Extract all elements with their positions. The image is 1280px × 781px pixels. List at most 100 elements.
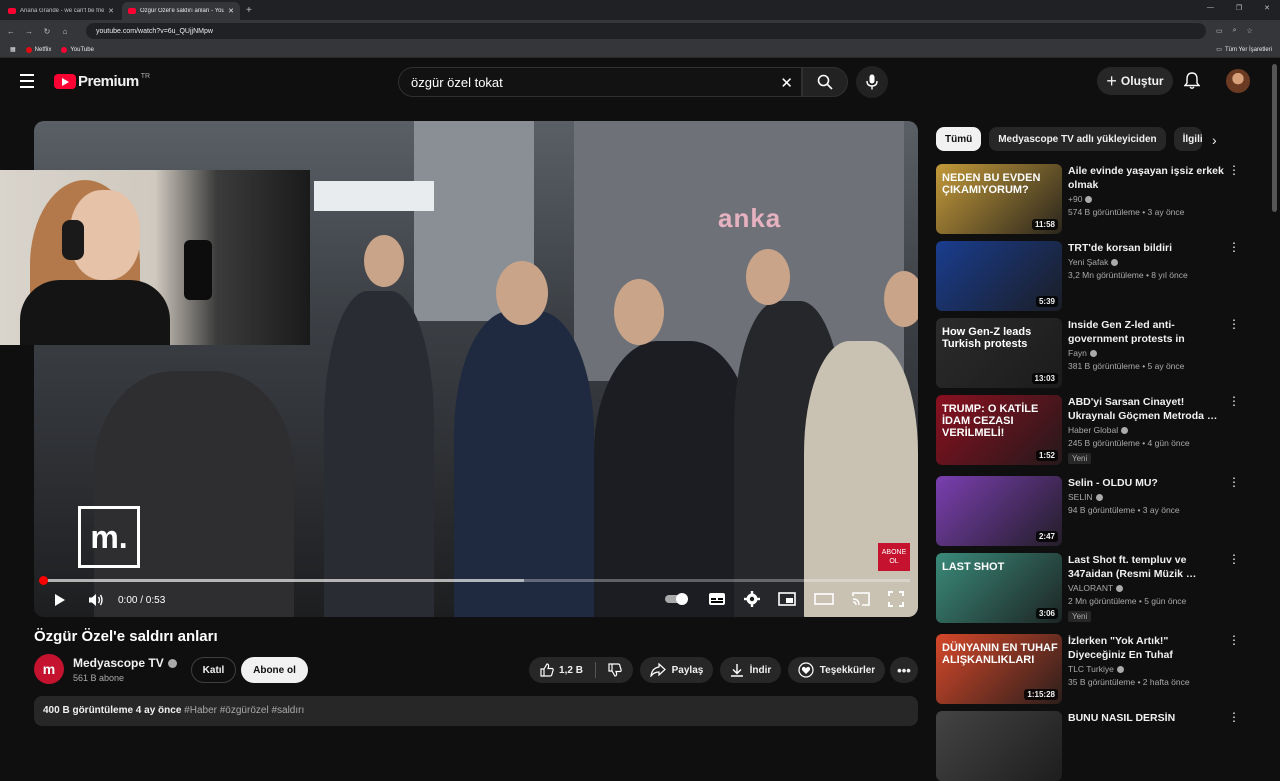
recommendation-item[interactable]: BUNU NASIL DERSİN ⋮ [936,711,1246,781]
recommendation-title[interactable]: Last Shot ft. templuv ve 347aidan (Resmi… [1068,553,1226,581]
subtitles-icon[interactable] [708,592,726,606]
recommendation-item[interactable]: TRUMP: O KATİLE İDAM CEZASI VERİLMELİ! 1:… [936,395,1246,465]
recommendation-channel[interactable]: +90 [1068,194,1226,204]
recommendation-title[interactable]: TRT'de korsan bildiri [1068,241,1226,255]
recommendation-title[interactable]: BUNU NASIL DERSİN [1068,711,1226,725]
recommendation-channel[interactable]: SELIN [1068,492,1226,502]
clear-search-icon[interactable]: ✕ [780,74,793,92]
streamer-body [20,280,170,345]
recommendation-thumbnail[interactable]: TRUMP: O KATİLE İDAM CEZASI VERİLMELİ! 1:… [936,395,1062,465]
close-tab-icon[interactable]: ✕ [228,7,234,15]
recommendation-title[interactable]: Selin - OLDU MU? [1068,476,1226,490]
thanks-button[interactable]: Teşekkürler [788,657,885,683]
search-button[interactable] [802,67,848,97]
more-options-icon[interactable]: ⋮ [1228,634,1240,646]
play-icon[interactable] [54,593,66,607]
browser-tab-2[interactable]: Özgür Özel'e saldırı anları - You ✕ [122,2,240,20]
autoplay-toggle-icon[interactable] [664,592,690,606]
download-button[interactable]: İndir [720,657,781,683]
recommendation-thumbnail[interactable]: 5:39 [936,241,1062,311]
menu-icon[interactable] [20,74,34,92]
recommendation-item[interactable]: LAST SHOT 3:06 Last Shot ft. templuv ve 34… [936,553,1246,623]
more-options-icon[interactable]: ⋮ [1228,164,1240,176]
recommendation-channel[interactable]: Yeni Şafak [1068,257,1226,267]
home-icon[interactable]: ⌂ [58,27,72,36]
voice-search-button[interactable] [856,66,888,98]
more-options-icon[interactable]: ⋮ [1228,395,1240,407]
recommendation-channel[interactable]: TLC Turkiye [1068,664,1226,674]
recommendation-thumbnail[interactable]: LAST SHOT 3:06 [936,553,1062,623]
youtube-logo[interactable]: Premium TR [54,73,150,90]
channel-avatar[interactable]: m [34,654,64,684]
back-icon[interactable]: ← [4,27,18,36]
cast-icon[interactable] [852,592,870,606]
recommendation-thumbnail[interactable]: How Gen-Z leads Turkish protests 13:03 [936,318,1062,388]
chip-all[interactable]: Tümü [936,127,982,151]
more-options-icon[interactable]: ⋮ [1228,318,1240,330]
recommendation-title[interactable]: İzlerken "Yok Artık!" Diyeceğiniz En Tuh… [1068,634,1226,662]
recommendation-item[interactable]: 5:39 TRT'de korsan bildiri Yeni Şafak 3,2 M… [936,241,1246,311]
bookmark-star-icon[interactable]: ☆ [1247,27,1253,35]
more-options-icon[interactable]: ⋮ [1228,711,1240,723]
like-button[interactable]: 1,2 B [540,663,583,677]
recommendation-channel[interactable]: Haber Global [1068,425,1226,435]
restore-icon[interactable]: ❐ [1236,4,1242,12]
recommendation-title[interactable]: Aile evinde yaşayan işsiz erkek olmak [1068,164,1226,192]
account-avatar[interactable] [1226,69,1250,93]
bookmark-netflix[interactable]: Netflix [25,46,51,53]
recommendation-channel[interactable]: Fayn [1068,348,1226,358]
more-options-icon[interactable]: ⋮ [1228,241,1240,253]
duration-badge: 11:58 [1031,219,1058,230]
recommendation-title[interactable]: Inside Gen Z-led anti-government protest… [1068,318,1226,346]
apps-icon[interactable]: ▦ [10,46,16,53]
subscribe-button[interactable]: Abone ol [241,657,308,683]
settings-gear-icon[interactable] [744,591,760,607]
join-button[interactable]: Katıl [191,657,236,683]
forward-icon[interactable]: → [22,27,36,36]
search-input[interactable]: özgür özel tokat ✕ [398,67,802,97]
theater-mode-icon[interactable] [814,592,834,606]
browser-tab-1[interactable]: Ariana Grande - we can't be frie ✕ [2,2,120,20]
recommendation-channel[interactable]: VALORANT [1068,583,1226,593]
recommendation-item[interactable]: DÜNYANIN EN TUHAF ALIŞKANLIKLARI 1:15:28 İ… [936,634,1246,704]
recommendation-item[interactable]: How Gen-Z leads Turkish protests 13:03 Ins… [936,318,1246,388]
description-box[interactable]: 400 B görüntüleme 4 ay önce #Haber #özgü… [34,696,918,726]
page-scrollbar[interactable] [1272,64,1277,212]
recommendation-thumbnail[interactable]: 2:47 [936,476,1062,546]
webcam-overlay [0,170,310,345]
recommendation-thumbnail[interactable]: NEDEN BU EVDEN ÇIKAMIYORUM? 11:58 [936,164,1062,234]
close-window-icon[interactable]: ✕ [1264,4,1270,12]
fullscreen-icon[interactable] [888,591,904,607]
recommendation-title[interactable]: ABD'yi Sarsan Cinayet! Ukraynalı Göçmen … [1068,395,1226,423]
cast-icon[interactable]: ▭ [1216,27,1223,35]
subscribe-badge[interactable]: ABONE OL [878,543,910,571]
more-options-icon[interactable]: ⋮ [1228,476,1240,488]
hashtags[interactable]: #Haber #özgürözel #saldırı [184,705,304,716]
notifications-button[interactable] [1183,72,1201,95]
reload-icon[interactable]: ↻ [40,27,54,36]
share-button[interactable]: Paylaş [640,657,713,683]
recommendation-item[interactable]: 2:47 Selin - OLDU MU? SELIN 94 B görüntülem… [936,476,1246,546]
chip-related[interactable]: İlgili [1173,127,1202,151]
bookmark-youtube[interactable]: YouTube [61,46,94,53]
more-actions-icon[interactable]: ••• [890,657,918,683]
zoom-icon[interactable]: ⌕ [1233,27,1237,35]
close-tab-icon[interactable]: ✕ [108,7,114,15]
channel-name[interactable]: Medyascope TV [73,656,177,670]
url-field[interactable]: youtube.com/watch?v=6u_QUjjNMpw [86,23,1206,39]
minimize-icon[interactable]: — [1207,4,1214,12]
progress-bar[interactable] [39,576,910,585]
progress-scrubber[interactable] [39,576,48,585]
recommendation-thumbnail[interactable] [936,711,1062,781]
thumbs-down-icon[interactable] [608,663,622,677]
miniplayer-icon[interactable] [778,592,796,606]
all-bookmarks[interactable]: ▭ Tüm Yer İşaretleri [1216,46,1272,54]
chip-from-uploader[interactable]: Medyascope TV adlı yükleyiciden [989,127,1166,151]
recommendation-thumbnail[interactable]: DÜNYANIN EN TUHAF ALIŞKANLIKLARI 1:15:28 [936,634,1062,704]
recommendation-item[interactable]: NEDEN BU EVDEN ÇIKAMIYORUM? 11:58 Aile evi… [936,164,1246,234]
volume-icon[interactable] [88,593,104,607]
chevron-right-icon[interactable]: › [1212,132,1217,148]
more-options-icon[interactable]: ⋮ [1228,553,1240,565]
create-button[interactable]: + Oluştur [1097,67,1173,95]
new-tab-icon[interactable]: + [246,5,252,16]
